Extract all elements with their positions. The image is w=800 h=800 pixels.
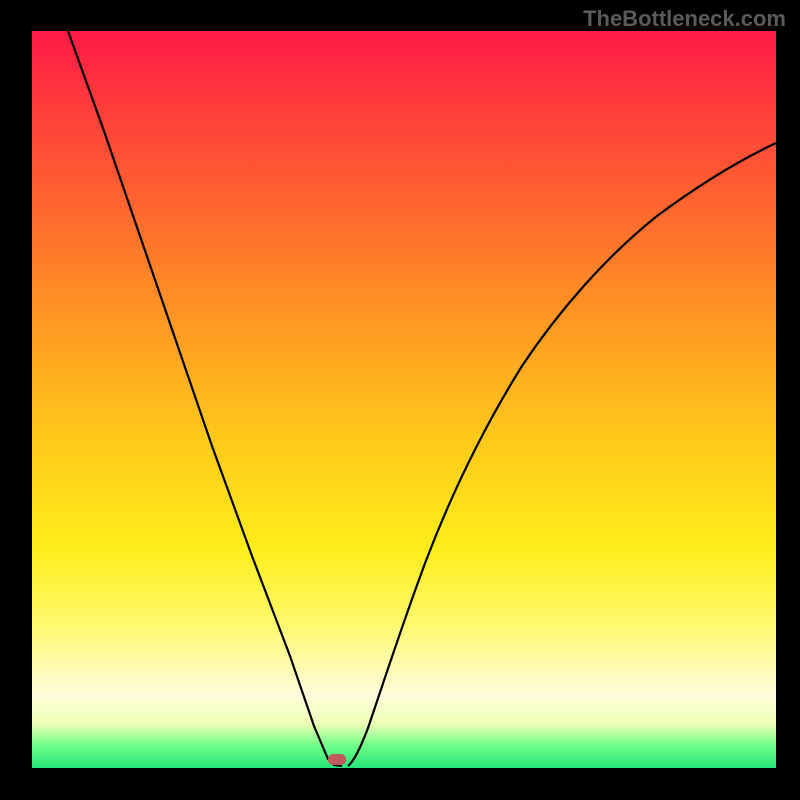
curve-right-branch [348,143,776,766]
curve-left-branch [68,31,342,766]
optimum-marker [328,754,346,765]
chart-plot-area [32,31,776,768]
bottleneck-curve [32,31,776,768]
watermark-text: TheBottleneck.com [583,6,786,32]
